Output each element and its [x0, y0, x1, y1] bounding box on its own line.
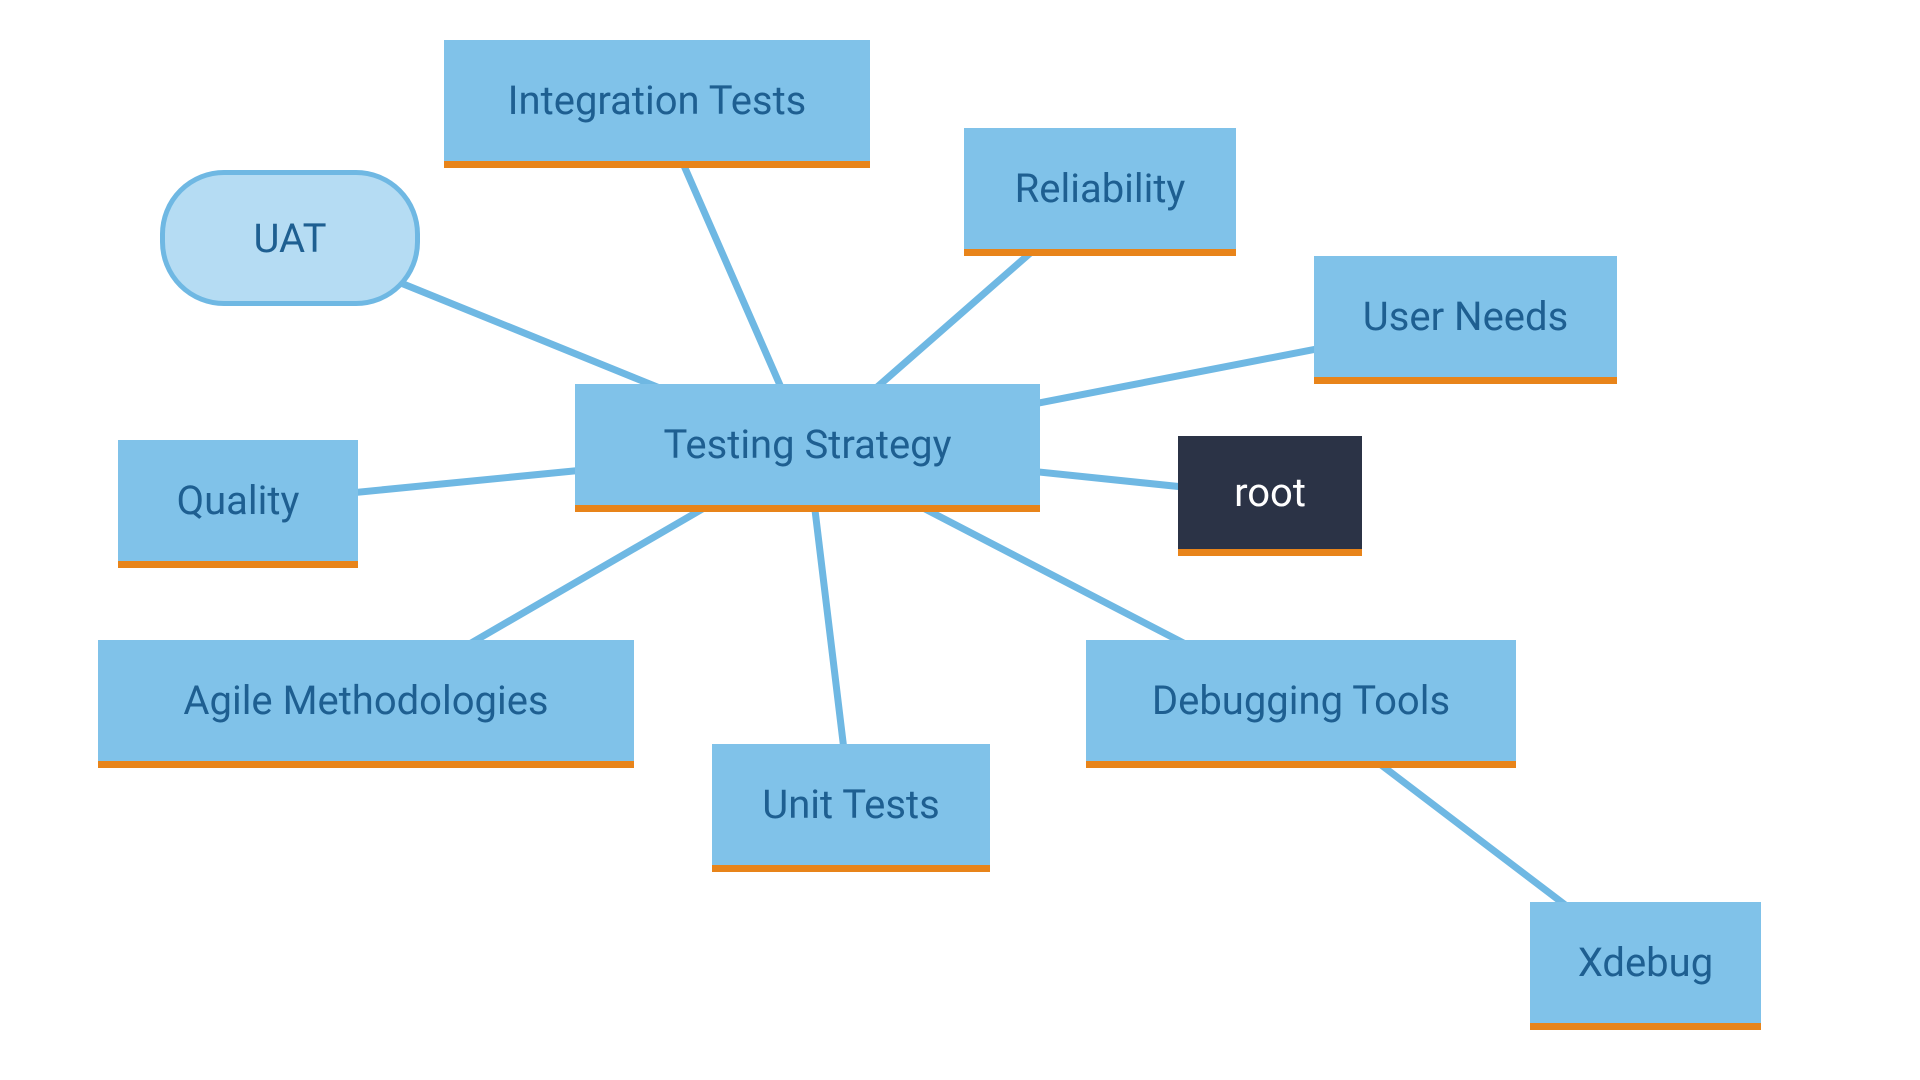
node-label: Xdebug: [1578, 939, 1713, 986]
node-label: Unit Tests: [762, 781, 940, 828]
node-userneeds[interactable]: User Needs: [1314, 256, 1617, 384]
node-agile[interactable]: Agile Methodologies: [98, 640, 634, 768]
node-xdebug[interactable]: Xdebug: [1530, 902, 1761, 1030]
node-uat[interactable]: UAT: [160, 170, 420, 306]
node-label: root: [1234, 469, 1306, 516]
node-unittests[interactable]: Unit Tests: [712, 744, 990, 872]
node-label: Reliability: [1015, 165, 1186, 212]
node-root[interactable]: root: [1178, 436, 1362, 556]
node-quality[interactable]: Quality: [118, 440, 358, 568]
node-label: Agile Methodologies: [183, 677, 548, 724]
node-debugging[interactable]: Debugging Tools: [1086, 640, 1516, 768]
node-label: Testing Strategy: [663, 421, 951, 468]
node-label: User Needs: [1363, 293, 1568, 340]
node-reliability[interactable]: Reliability: [964, 128, 1236, 256]
node-label: Integration Tests: [508, 77, 807, 124]
node-label: UAT: [254, 215, 327, 262]
diagram-canvas: Testing Strategy Integration Tests Reliabi…: [0, 0, 1920, 1080]
node-label: Quality: [177, 477, 300, 524]
node-label: Debugging Tools: [1152, 677, 1450, 724]
node-integration[interactable]: Integration Tests: [444, 40, 870, 168]
node-center[interactable]: Testing Strategy: [575, 384, 1040, 512]
